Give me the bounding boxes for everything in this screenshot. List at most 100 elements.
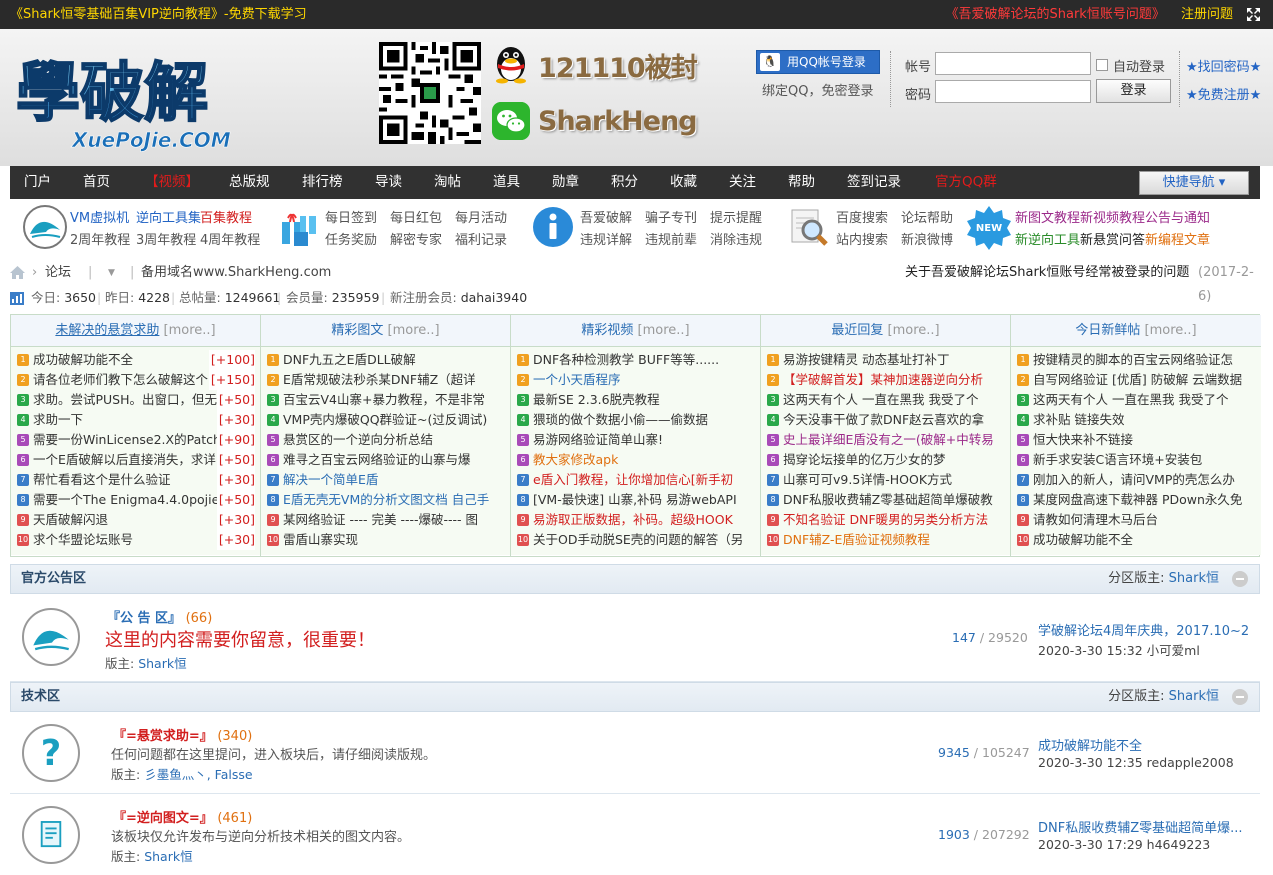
nav-guide[interactable]: 导读 <box>375 166 402 199</box>
thread-title[interactable]: 难寻之百宝云网络验证的山寨与爆 <box>283 452 471 467</box>
more-link[interactable]: [more..] <box>1145 323 1197 338</box>
section-header-tech[interactable]: 技术区 分区版主: Shark恒 <box>10 682 1260 712</box>
thread-title[interactable]: [VM-最快速] 山寨,补码 易游webAPI <box>533 492 737 507</box>
breadcrumb-forum[interactable]: 论坛 <box>45 261 71 285</box>
more-link[interactable]: [more..] <box>638 323 690 338</box>
feat-reverse-tools[interactable]: 逆向工具集 <box>136 207 201 226</box>
feat-welfare-records[interactable]: 福利记录 <box>455 229 507 248</box>
thread-title[interactable]: 成功破解功能不全 <box>1033 532 1133 547</box>
thread-row[interactable]: 5 易游网络验证简单山寨! <box>511 430 760 450</box>
thread-row[interactable]: 1 易游按键精灵 动态基址打补丁 <box>761 350 1010 370</box>
feat-vm[interactable]: VM虚拟机 <box>70 207 129 226</box>
column-header[interactable]: 精彩视频 [more..] <box>511 315 760 347</box>
feat-tips[interactable]: 提示提醒 <box>710 207 762 226</box>
thread-title[interactable]: 易游取正版数据，补码。超级HOOK <box>533 512 733 527</box>
thread-row[interactable]: 6 一个E盾破解以后直接消失，求详 [+50] <box>11 450 260 470</box>
announcement-link[interactable]: 关于吾爱破解论坛Shark恒账号经常被登录的问题 <box>905 261 1189 285</box>
column-title[interactable]: 精彩视频 <box>581 323 633 338</box>
thread-title[interactable]: 这两天有个人 一直在黑我 我受了个 <box>1033 392 1228 407</box>
thread-row[interactable]: 1 成功破解功能不全 [+100] <box>11 350 260 370</box>
thread-title[interactable]: 【学破解首发】某神加速器逆向分析 <box>783 372 983 387</box>
thread-row[interactable]: 4 求助一下 [+30] <box>11 410 260 430</box>
thread-row[interactable]: 10 DNF辅Z-E盾验证视频教程 <box>761 530 1010 550</box>
nav-video[interactable]: 【视频】 <box>145 166 199 199</box>
feat-3rd-anniv[interactable]: 3周年教程 <box>136 229 196 248</box>
column-title[interactable]: 未解决的悬赏求助 <box>55 323 159 338</box>
nav-collection[interactable]: 淘帖 <box>434 166 461 199</box>
thread-row[interactable]: 8 DNF私服收费辅Z零基础超简单爆破教 <box>761 490 1010 510</box>
thread-row[interactable]: 9 某网络验证 ---- 完美 ----爆破---- 图 <box>261 510 510 530</box>
thread-row[interactable]: 8 某度网盘高速下载神器 PDown永久免 <box>1011 490 1261 510</box>
forum-name[interactable]: 『=逆向图文=』 (461) <box>113 807 252 826</box>
nav-ranking[interactable]: 排行榜 <box>302 166 343 199</box>
column-header[interactable]: 精彩图文 [more..] <box>261 315 510 347</box>
thread-title[interactable]: 今天没事干做了款DNF赵云喜欢的拿 <box>783 412 984 427</box>
thread-title[interactable]: VMP壳内爆破QQ群验证~(过反调试) <box>283 412 487 427</box>
nav-home[interactable]: 首页 <box>83 166 110 199</box>
thread-row[interactable]: 6 教大家修改apk <box>511 450 760 470</box>
thread-row[interactable]: 10 雷盾山寨实现 <box>261 530 510 550</box>
feat-monthly-activity[interactable]: 每月活动 <box>455 207 507 226</box>
thread-row[interactable]: 2 请各位老师们教下怎么破解这个 [+150] <box>11 370 260 390</box>
nav-qq-group[interactable]: 官方QQ群 <box>935 166 997 199</box>
thread-title[interactable]: 百宝云V4山寨+暴力教程，不是非常 <box>283 392 485 407</box>
thread-row[interactable]: 6 难寻之百宝云网络验证的山寨与爆 <box>261 450 510 470</box>
collapse-icon[interactable] <box>1232 689 1248 705</box>
nav-favorites[interactable]: 收藏 <box>670 166 697 199</box>
thread-title[interactable]: 一个小天盾程序 <box>533 372 621 387</box>
feat-new-videos[interactable]: 新视频教程 <box>1080 207 1145 226</box>
thread-title[interactable]: 揭穿论坛接单的亿万少女的梦 <box>783 452 946 467</box>
forgot-password-link[interactable]: ★找回密码★ <box>1186 56 1261 75</box>
thread-title[interactable]: DNF辅Z-E盾验证视频教程 <box>783 532 930 547</box>
thread-title[interactable]: 请教如何清理木马后台 <box>1033 512 1158 527</box>
thread-row[interactable]: 7 山寨可可v9.5详情-HOOK方式 <box>761 470 1010 490</box>
thread-title[interactable]: 悬赏区的一个逆向分析总结 <box>283 432 433 447</box>
thread-row[interactable]: 4 求补贴 链接失效 <box>1011 410 1261 430</box>
thread-title[interactable]: 解决一个简单E盾 <box>283 472 378 487</box>
feat-task-reward[interactable]: 任务奖励 <box>325 229 377 248</box>
thread-row[interactable]: 10 成功破解功能不全 <box>1011 530 1261 550</box>
feat-decrypt-expert[interactable]: 解密专家 <box>390 229 442 248</box>
thread-title[interactable]: 雷盾山寨实现 <box>283 532 358 547</box>
thread-title[interactable]: 易游网络验证简单山寨! <box>533 432 663 447</box>
nav-portal[interactable]: 门户 <box>24 166 51 199</box>
last-post-link[interactable]: DNF私服收费辅Z零基础超简单爆... <box>1038 817 1253 836</box>
thread-row[interactable]: 1 按键精灵的脚本的百宝云网络验证怎 <box>1011 350 1261 370</box>
thread-title[interactable]: 按键精灵的脚本的百宝云网络验证怎 <box>1033 352 1233 367</box>
feat-new-bounty[interactable]: 新悬赏问答 <box>1080 229 1145 248</box>
newest-member-link[interactable]: dahai3940 <box>461 290 527 305</box>
thread-row[interactable]: 8 E盾无壳无VM的分析文图文档 自己手 <box>261 490 510 510</box>
nav-rules[interactable]: 总版规 <box>229 166 270 199</box>
thread-title[interactable]: 新手求安装C语言环境+安装包 <box>1033 452 1202 467</box>
thread-row[interactable]: 7 帮忙看看这个是什么验证 [+30] <box>11 470 260 490</box>
thread-row[interactable]: 5 史上最详细E盾没有之一(破解+中转易 <box>761 430 1010 450</box>
forum-row-bounty[interactable]: ? 『=悬赏求助=』 (340) 任何问题都在这里提问，进入板块后，请仔细阅读版… <box>10 712 1260 794</box>
column-header[interactable]: 最近回复 [more..] <box>761 315 1010 347</box>
thread-title[interactable]: DNF私服收费辅Z零基础超简单爆破教 <box>783 492 993 507</box>
last-post-link[interactable]: 成功破解功能不全 <box>1038 735 1253 754</box>
more-link[interactable]: [more..] <box>888 323 940 338</box>
collapse-icon[interactable] <box>1232 571 1248 587</box>
thread-title[interactable]: 自写网络验证 [优盾] 防破解 云端数据 <box>1033 372 1242 387</box>
thread-row[interactable]: 2 一个小天盾程序 <box>511 370 760 390</box>
thread-row[interactable]: 9 易游取正版数据，补码。超级HOOK <box>511 510 760 530</box>
thread-title[interactable]: 一个E盾破解以后直接消失，求详 <box>33 452 216 467</box>
thread-row[interactable]: 6 揭穿论坛接单的亿万少女的梦 <box>761 450 1010 470</box>
thread-title[interactable]: 某网络验证 ---- 完美 ----爆破---- 图 <box>283 512 478 527</box>
feat-new-articles[interactable]: 新图文教程 <box>1015 207 1080 226</box>
thread-title[interactable]: 猥琐的做个数据小偷——偷数据 <box>533 412 708 427</box>
feat-2nd-anniv[interactable]: 2周年教程 <box>70 229 130 248</box>
thread-row[interactable]: 3 求助。尝试PUSH。出窗口，但无 [+50] <box>11 390 260 410</box>
thread-title[interactable]: 这两天有个人 一直在黑我 我受了个 <box>783 392 978 407</box>
nav-follow[interactable]: 关注 <box>729 166 756 199</box>
nav-points[interactable]: 积分 <box>611 166 638 199</box>
thread-row[interactable]: 3 这两天有个人 一直在黑我 我受了个 <box>1011 390 1261 410</box>
column-title[interactable]: 最近回复 <box>831 323 883 338</box>
thread-title[interactable]: 帮忙看看这个是什么验证 <box>33 472 171 487</box>
free-register-link[interactable]: ★免费注册★ <box>1186 84 1261 103</box>
nav-props[interactable]: 道具 <box>493 166 520 199</box>
last-post-link[interactable]: 学破解论坛4周年庆典，2017.10~2 ... <box>1038 620 1253 639</box>
feat-4th-anniv[interactable]: 4周年教程 <box>200 229 260 248</box>
thread-title[interactable]: DNF各种检测教学 BUFF等等...... <box>533 352 719 367</box>
feat-daily-signin[interactable]: 每日签到 <box>325 207 377 226</box>
